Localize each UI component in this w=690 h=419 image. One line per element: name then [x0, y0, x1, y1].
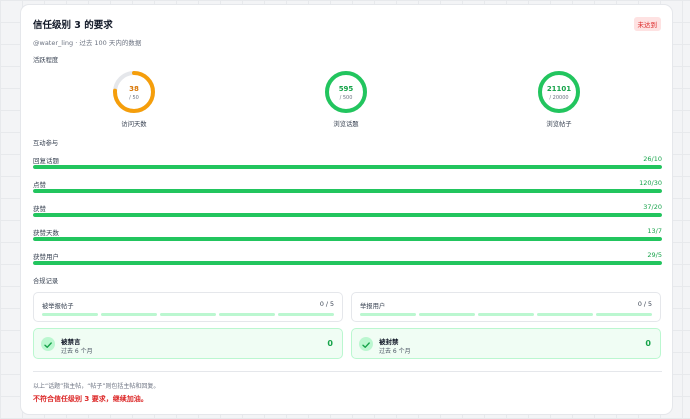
check-icon: [359, 337, 373, 351]
bar-likes-given: 点赞 120/30: [33, 179, 662, 193]
bar-label: 获赞用户: [33, 253, 59, 261]
interaction-section-label: 互动参与: [33, 140, 59, 147]
ring-visit-days: 38 / 50 访问天数: [104, 70, 164, 128]
progress-fill: [33, 213, 662, 217]
reported-users-box: 举报用户 0 / 5: [351, 292, 661, 322]
ring-label: 浏览帖子: [546, 121, 572, 128]
segment: [219, 313, 275, 316]
segment-bar: [42, 313, 334, 316]
ring-viewed-topics: 595 / 500 浏览话题: [316, 70, 376, 128]
bar-value: 13/7: [647, 227, 662, 235]
footer-note: 以上“话题”指主帖，“帖子”则包括主帖和回复。: [33, 383, 160, 390]
progress-track: [33, 213, 662, 217]
reported-users-label: 举报用户: [360, 303, 386, 310]
suspended-subtitle: 过去 6 个月: [379, 348, 411, 355]
ring-goal: / 500: [339, 95, 353, 101]
suspended-value: 0: [645, 339, 651, 348]
segment: [160, 313, 216, 316]
segment: [419, 313, 475, 316]
ring-value: 38: [129, 85, 139, 93]
bar-likes-received: 获赞 37/20: [33, 203, 662, 217]
bar-value: 26/10: [643, 155, 662, 163]
bar-value: 120/30: [639, 179, 662, 187]
page-title: 信任级别 3 的要求: [33, 20, 113, 31]
trust-level-card: 信任级别 3 的要求 未达到 @water_ling · 过去 100 天内的数…: [20, 4, 673, 415]
segment: [101, 313, 157, 316]
reported-posts-label: 被举报帖子: [42, 303, 74, 310]
progress-fill: [33, 165, 662, 169]
ring-goal: / 20000: [549, 95, 569, 101]
progress-fill: [33, 237, 662, 241]
subtitle: @water_ling · 过去 100 天内的数据: [33, 39, 142, 47]
silenced-subtitle: 过去 6 个月: [61, 348, 93, 355]
segment-bar: [360, 313, 652, 316]
bar-value: 29/5: [647, 251, 662, 259]
silenced-box: 被禁言 过去 6 个月 0: [33, 328, 343, 359]
reported-posts-value: 0 / 5: [319, 301, 334, 308]
check-icon: [41, 337, 55, 351]
segment: [537, 313, 593, 316]
reported-posts-box: 被举报帖子 0 / 5: [33, 292, 343, 322]
ring-value: 21101: [546, 85, 572, 93]
status-badge: 未达到: [633, 17, 661, 31]
bar-label: 点赞: [33, 181, 46, 189]
segment: [360, 313, 416, 316]
segment: [596, 313, 652, 316]
bar-liked-days: 获赞天数 13/7: [33, 227, 662, 241]
bar-label: 回复话题: [33, 157, 59, 165]
activity-section-label: 活跃程度: [33, 57, 59, 64]
silenced-title: 被禁言: [61, 338, 81, 346]
ring-goal: / 50: [129, 95, 139, 101]
reported-users-value: 0 / 5: [637, 301, 652, 308]
bar-label: 获赞天数: [33, 229, 59, 237]
progress-track: [33, 261, 662, 265]
suspended-title: 被封禁: [379, 338, 399, 346]
ring-value: 595: [338, 85, 354, 93]
progress-track: [33, 165, 662, 169]
segment: [478, 313, 534, 316]
progress-fill: [33, 261, 662, 265]
segment: [278, 313, 334, 316]
progress-fill: [33, 189, 662, 193]
suspended-box: 被封禁 过去 6 个月 0: [351, 328, 661, 359]
divider: [33, 371, 662, 372]
bar-replies: 回复话题 26/10: [33, 155, 662, 169]
ring-viewed-posts: 21101 / 20000 浏览帖子: [529, 70, 589, 128]
progress-track: [33, 237, 662, 241]
ring-label: 浏览话题: [333, 121, 359, 128]
ring-label: 访问天数: [121, 121, 147, 128]
segment: [42, 313, 98, 316]
silenced-value: 0: [327, 339, 333, 348]
bar-value: 37/20: [643, 203, 662, 211]
bar-liked-users: 获赞用户 29/5: [33, 251, 662, 265]
footer-status: 不符合信任级别 3 要求，继续加油。: [33, 395, 148, 403]
progress-track: [33, 189, 662, 193]
compliance-section-label: 合规记录: [33, 278, 59, 285]
bar-label: 获赞: [33, 205, 46, 213]
